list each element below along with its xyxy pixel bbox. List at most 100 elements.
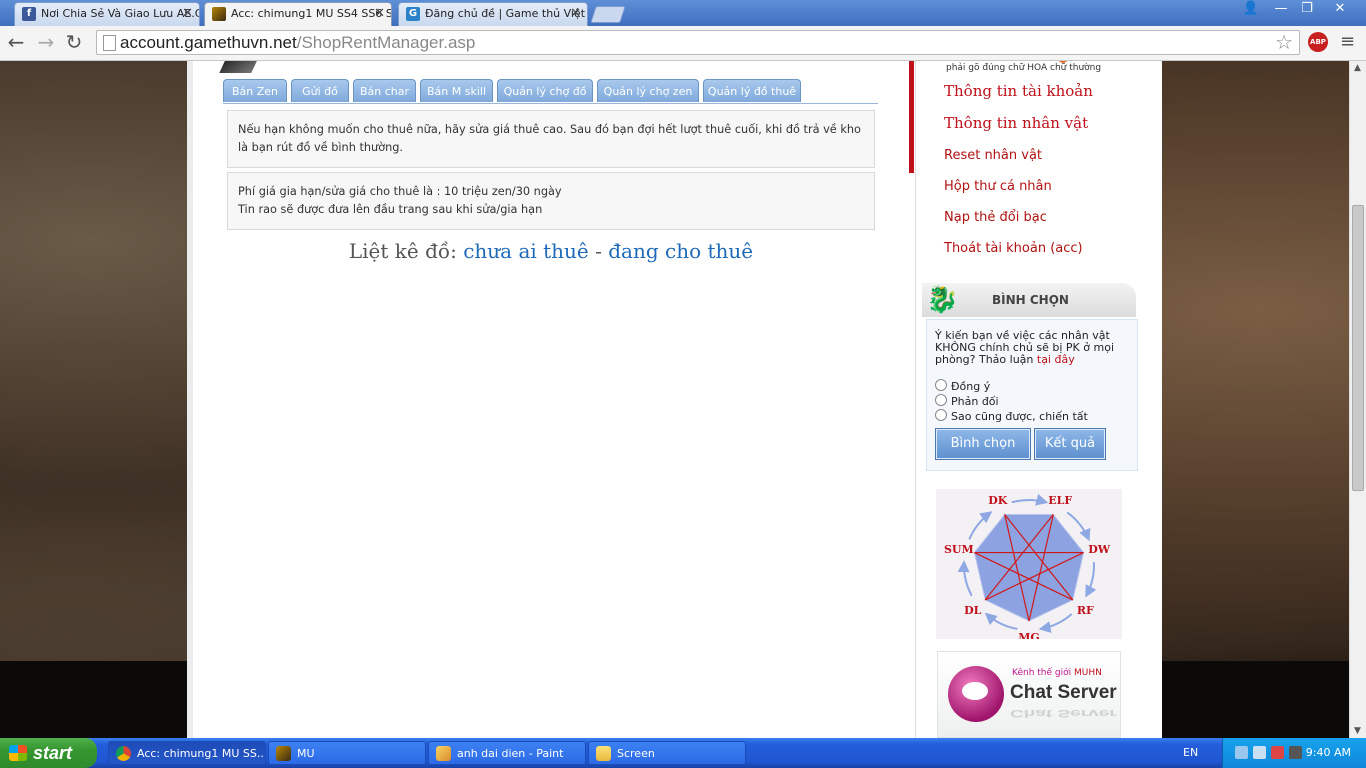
scroll-thumb[interactable] — [1352, 205, 1364, 491]
scroll-down-arrow-icon[interactable]: ▼ — [1354, 726, 1361, 736]
fee-info-line: Tin rao sẽ được đưa lên đầu trang sau kh… — [238, 203, 543, 216]
browser-tab-1[interactable]: f Nơi Chia Sẻ Và Giao Lưu AE.C ✕ — [14, 2, 200, 26]
class-cycle-arrow — [957, 560, 973, 597]
scroll-up-arrow-icon[interactable]: ▲ — [1354, 63, 1361, 73]
facebook-icon: f — [22, 7, 36, 21]
adblock-plus-icon[interactable]: ABP — [1308, 32, 1328, 52]
browser-tab-title: Nơi Chia Sẻ Và Giao Lưu AE.C — [41, 7, 200, 20]
link-topup[interactable]: Nạp thẻ đổi bạc — [944, 210, 1047, 225]
poll-option[interactable]: Sao cũng được, chiến tất — [935, 409, 1088, 423]
task-chrome[interactable]: Acc: chimung1 MU SS... — [108, 741, 266, 765]
forward-arrow-icon[interactable]: → — [34, 31, 58, 55]
item-list-label: Liệt kê đồ: — [348, 239, 457, 263]
task-screen-folder[interactable]: Screen — [588, 741, 746, 765]
user-icon[interactable]: 👤 — [1238, 0, 1264, 18]
class-cycle-arrow — [984, 612, 1018, 630]
close-icon[interactable]: ✕ — [182, 3, 193, 25]
close-icon[interactable]: ✕ — [374, 3, 385, 25]
character-class-diagram[interactable]: DK ELF DW RF MG DL SUM — [936, 489, 1122, 639]
window-close-icon[interactable]: ✕ — [1320, 0, 1360, 18]
browser-tab-2[interactable]: Acc: chimung1 MU SS4 SS6 S ✕ — [204, 2, 392, 27]
results-button[interactable]: Kết quả — [1034, 428, 1106, 460]
page-icon — [103, 35, 116, 51]
chat-server-banner[interactable]: Kênh thế giới MUHN Chat Server Chat Serv… — [937, 651, 1121, 738]
security-icon[interactable] — [1271, 746, 1284, 759]
reload-icon[interactable]: ↻ — [62, 31, 86, 55]
fee-info-line: Phí giá gia hạn/sửa giá cho thuê là : 10… — [238, 185, 562, 198]
chat-subtitle: Kênh thế giới MUHN — [1012, 668, 1102, 678]
poll-discussion-link[interactable]: tại đây — [1037, 353, 1075, 366]
volume-icon[interactable] — [1289, 746, 1302, 759]
language-indicator[interactable]: EN — [1183, 738, 1198, 768]
poll-option[interactable]: Đồng ý — [935, 379, 990, 393]
rent-instructions-box: Nếu hạn không muốn cho thuê nữa, hãy sửa… — [227, 110, 875, 168]
class-label: ELF — [1048, 494, 1072, 507]
class-label: SUM — [944, 543, 974, 556]
tab-gui-do[interactable]: Gửi đồ — [291, 79, 349, 102]
radio-button[interactable] — [935, 379, 947, 391]
link-account-info[interactable]: Thông tin tài khoản — [944, 82, 1093, 100]
close-icon[interactable]: ✕ — [570, 3, 581, 25]
mu-game-icon — [212, 7, 226, 21]
class-cycle-arrow — [1011, 493, 1049, 506]
task-mu[interactable]: MU — [268, 741, 426, 765]
right-sidebar: phải gõ đúng chữ HOA chữ thường Thông ti… — [909, 61, 1141, 738]
radio-button[interactable] — [935, 409, 947, 421]
task-paint[interactable]: anh dai dien - Paint — [428, 741, 586, 765]
radio-button[interactable] — [935, 394, 947, 406]
windows-taskbar: start Acc: chimung1 MU SS... MU anh dai … — [0, 738, 1366, 768]
restore-icon[interactable]: ❐ — [1294, 0, 1320, 18]
case-sensitive-note: phải gõ đúng chữ HOA chữ thường — [946, 63, 1102, 73]
page-scrollbar[interactable]: ▲ ▼ — [1349, 61, 1366, 738]
rent-instructions-text: Nếu hạn không muốn cho thuê nữa, hãy sửa… — [238, 123, 861, 154]
address-bar[interactable]: account.gamethuvn.net/ShopRentManager.as… — [96, 30, 1300, 55]
login-panel-accent — [909, 61, 914, 173]
link-renting-items[interactable]: đang cho thuê — [608, 239, 753, 263]
start-button[interactable]: start — [0, 738, 97, 768]
tab-ban-m-skill[interactable]: Bán M skill — [420, 79, 493, 102]
tab-ban-char[interactable]: Bán char — [353, 79, 416, 102]
class-label: MG — [1018, 631, 1040, 639]
browser-toolbar: ← → ↻ account.gamethuvn.net/ShopRentMana… — [0, 26, 1366, 61]
class-label: DW — [1088, 543, 1111, 556]
poll-question: Ý kiến bạn về việc các nhân vật KHÔNG ch… — [935, 329, 1114, 366]
browser-tab-3[interactable]: G Đăng chủ đề | Game thủ Việt ✕ — [398, 2, 588, 26]
clock: 9:40 AM — [1305, 746, 1351, 759]
bookmark-star-icon[interactable]: ☆ — [1275, 31, 1293, 53]
link-inbox[interactable]: Hộp thư cá nhân — [944, 179, 1052, 194]
shop-tabs: Bán Zen Gửi đồ Bán char Bán M skill Quản… — [223, 79, 878, 104]
link-reset-character[interactable]: Reset nhân vật — [944, 148, 1042, 163]
browser-tab-strip: f Nơi Chia Sẻ Và Giao Lưu AE.C ✕ Acc: ch… — [0, 0, 1366, 27]
dragon-icon: 🐉 — [926, 285, 959, 315]
tab-quan-ly-do-thue[interactable]: Quản lý đồ thuê — [703, 79, 801, 102]
tray-app-icon[interactable] — [1253, 746, 1266, 759]
link-logout[interactable]: Thoát tài khoản (acc) — [944, 241, 1083, 256]
class-label: DL — [964, 604, 982, 617]
poll-option[interactable]: Phản đối — [935, 394, 999, 408]
minimize-icon[interactable]: — — [1268, 0, 1294, 18]
browser-tab-title: Acc: chimung1 MU SS4 SS6 S — [231, 7, 392, 20]
class-cycle-arrow — [1038, 613, 1073, 634]
system-tray: 9:40 AM — [1222, 738, 1366, 768]
paint-icon — [436, 746, 451, 761]
vote-button[interactable]: Bình chọn — [935, 428, 1031, 460]
link-character-info[interactable]: Thông tin nhân vật — [944, 114, 1088, 132]
tab-quan-ly-cho-zen[interactable]: Quản lý chợ zen — [597, 79, 699, 102]
tab-quan-ly-cho-do[interactable]: Quản lý chợ đồ — [497, 79, 593, 102]
class-label: DK — [988, 494, 1008, 507]
item-list-heading: Liệt kê đồ: chưa ai thuê - đang cho thuê — [227, 236, 875, 266]
link-unrented-items[interactable]: chưa ai thuê — [463, 239, 589, 263]
site-logo — [219, 61, 259, 73]
folder-icon — [596, 746, 611, 761]
url-text[interactable]: account.gamethuvn.net/ShopRentManager.as… — [120, 32, 475, 54]
network-icon[interactable] — [1235, 746, 1248, 759]
gamethu-icon: G — [406, 7, 420, 21]
chrome-menu-icon[interactable]: ≡ — [1340, 33, 1355, 51]
fee-info-box: Phí giá gia hạn/sửa giá cho thuê là : 10… — [227, 172, 875, 230]
back-arrow-icon[interactable]: ← — [4, 31, 28, 55]
tab-ban-zen[interactable]: Bán Zen — [223, 79, 287, 102]
class-label: RF — [1077, 604, 1094, 617]
class-cycle-arrow — [1085, 562, 1097, 598]
new-tab-button[interactable] — [590, 6, 626, 23]
chat-title-reflection: Chat Server — [1010, 707, 1117, 720]
